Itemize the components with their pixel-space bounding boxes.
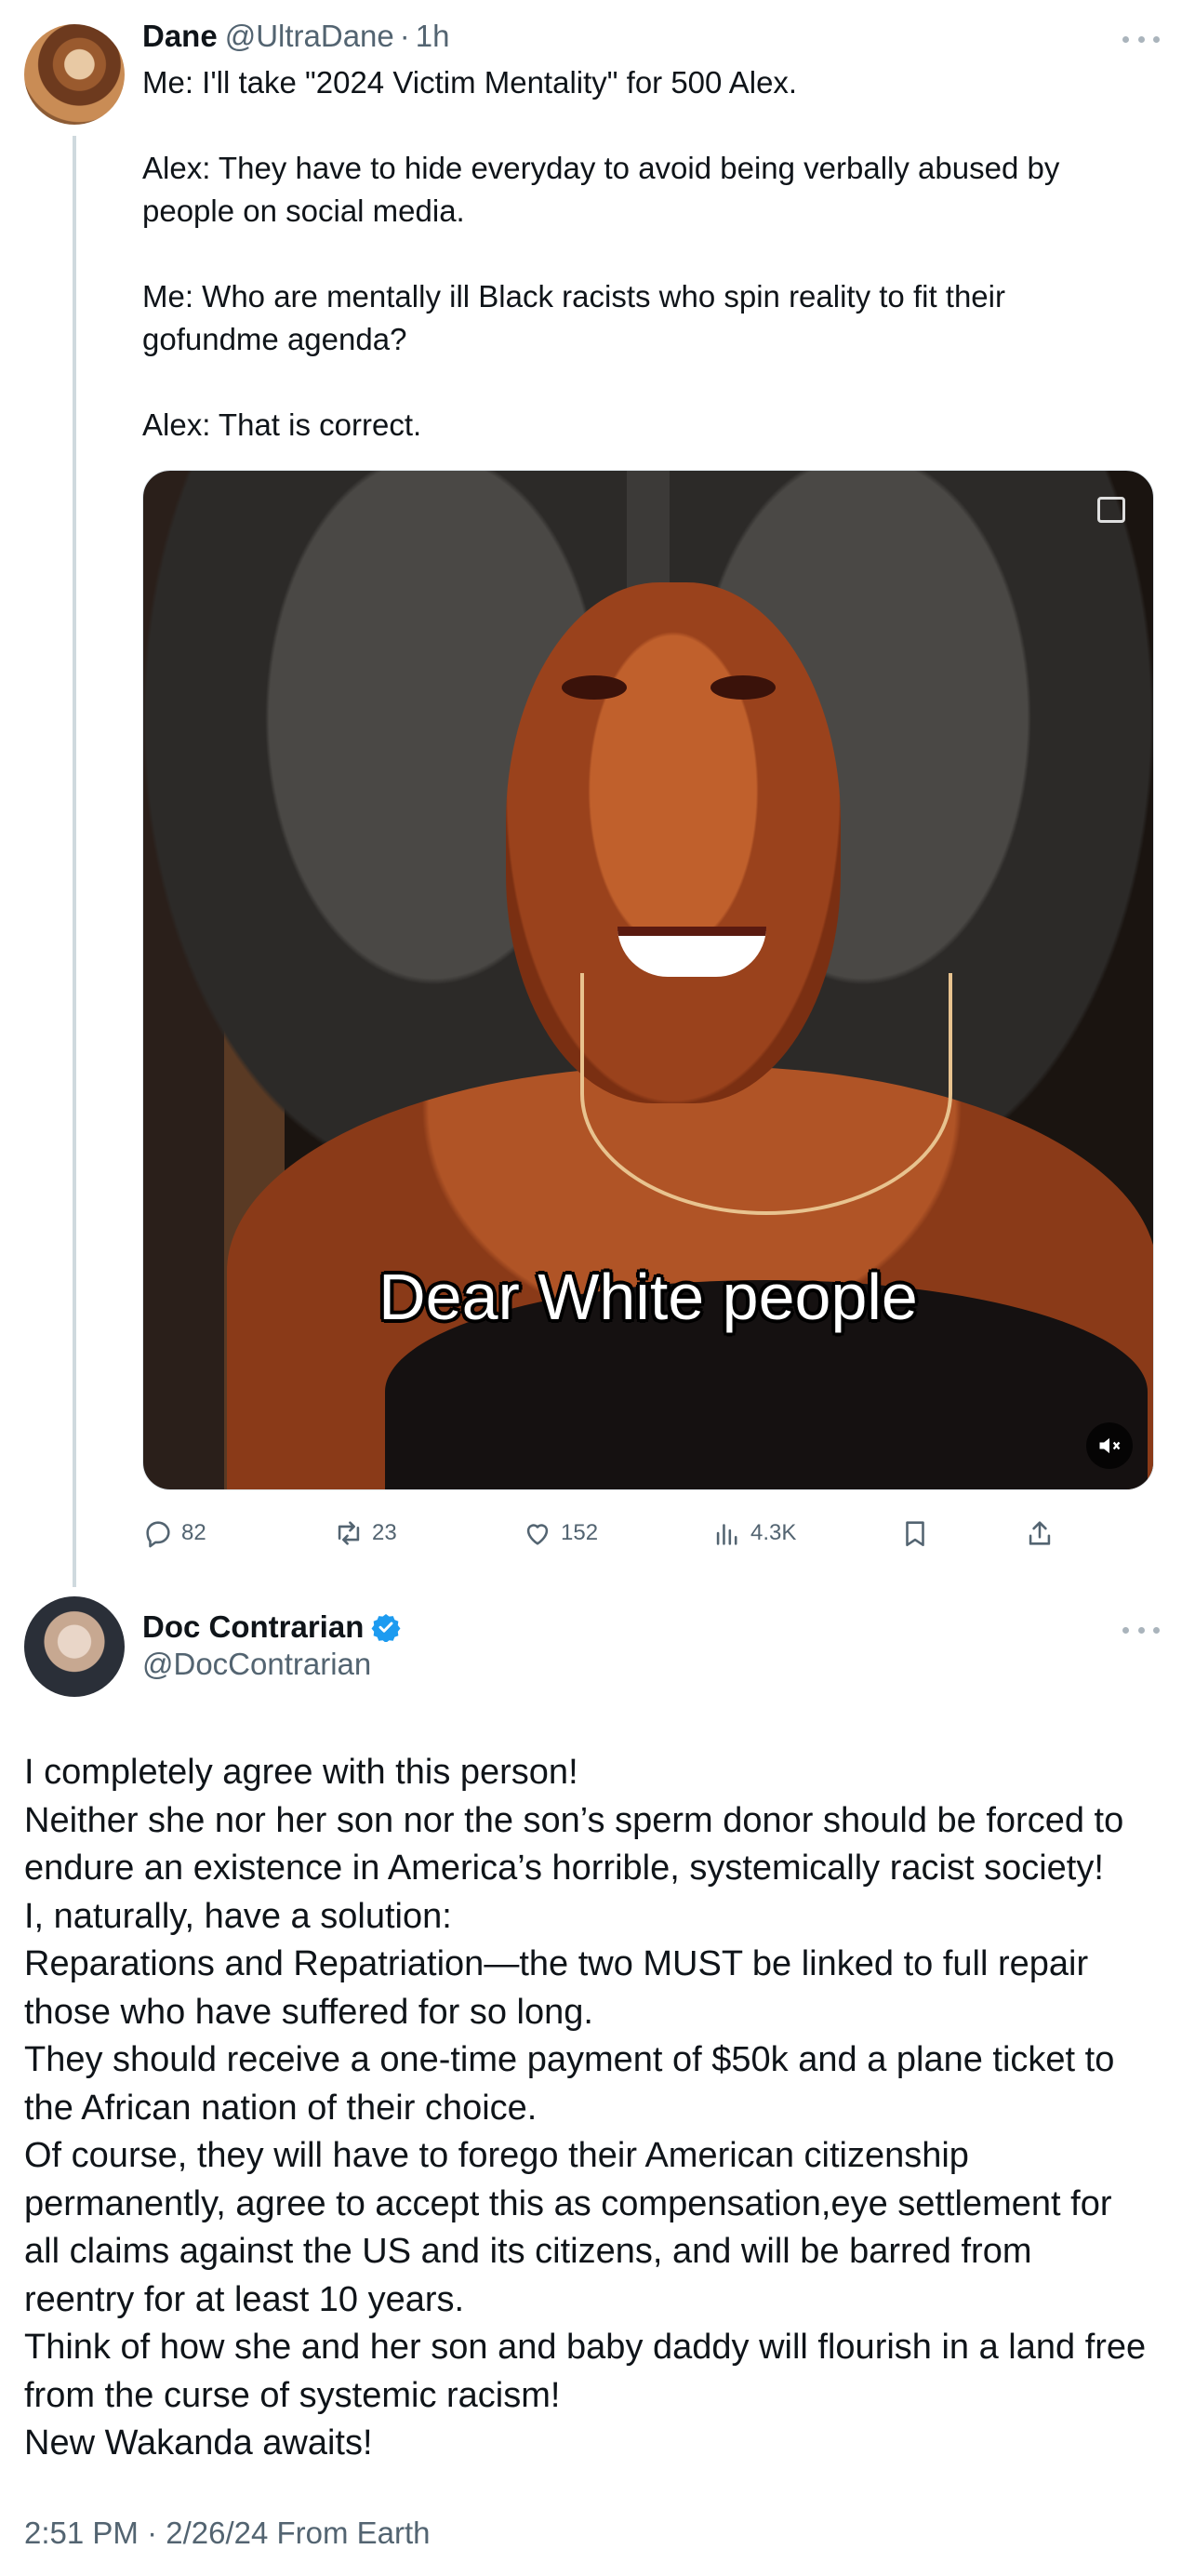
more-dot-icon	[1153, 1626, 1160, 1634]
repost-button[interactable]: 23	[333, 1505, 397, 1561]
reply-count: 82	[181, 1520, 206, 1545]
view-count: 4.3K	[750, 1520, 797, 1545]
tweet-text-line: reentry for at least 10 years.	[24, 2279, 465, 2319]
more-dot-icon	[1137, 35, 1145, 43]
tweet-text-line: gofundme agenda?	[142, 322, 407, 356]
video-frame-detail	[710, 675, 776, 700]
author-name-row: Doc Contrarian	[142, 1607, 401, 1648]
video-frame-detail	[562, 675, 627, 700]
repost-count: 23	[372, 1520, 397, 1545]
tweet-text-line: Of course, they will have to forego thei…	[24, 2136, 969, 2175]
tweet-text-line: all claims against the US and its citize…	[24, 2232, 1032, 2271]
bookmark-button[interactable]	[899, 1505, 931, 1561]
video-player[interactable]: Dear White people	[142, 470, 1154, 1490]
video-caption: Dear White people	[378, 1261, 918, 1333]
tweet-text-line: Think of how she and her son and baby da…	[24, 2328, 1147, 2367]
tweet-text-line: permanently, agree to accept this as com…	[24, 2183, 1112, 2223]
tweet-text-line: They should receive a one-time payment o…	[24, 2040, 1115, 2079]
like-count: 152	[561, 1520, 599, 1545]
tweet-text-line	[142, 104, 1147, 147]
tweet-text-line: I, naturally, have a solution:	[24, 1896, 452, 1936]
more-dot-icon	[1122, 35, 1129, 43]
avatar[interactable]	[24, 24, 125, 125]
reply-button[interactable]: 82	[142, 1505, 206, 1561]
tweet-text-line: people on social media.	[142, 194, 465, 228]
avatar[interactable]	[24, 1596, 125, 1697]
author-name[interactable]: Dane	[142, 19, 218, 54]
repost-icon	[338, 1521, 360, 1545]
more-dot-icon	[1122, 1626, 1129, 1634]
tweet-time[interactable]: 1h	[416, 19, 450, 54]
tweet-timestamp[interactable]: 2:51 PM · 2/26/24 From Earth	[24, 2516, 431, 2551]
author-handle[interactable]: @DocContrarian	[142, 1647, 371, 1682]
parent-tweet[interactable]: Dane @UltraDane · 1h Me: I'll take "2024…	[0, 0, 1195, 1587]
tweet-text: I completely agree with this person! Nei…	[24, 1749, 1177, 2468]
tweet-text: Me: I'll take "2024 Victim Mentality" fo…	[142, 61, 1147, 447]
like-button[interactable]: 152	[522, 1505, 598, 1561]
heart-icon	[526, 1524, 549, 1545]
more-options-button[interactable]	[1122, 1621, 1160, 1639]
tweet-text-line: Alex: That is correct.	[142, 407, 422, 442]
tweet-text-line: endure an existence in America’s horribl…	[24, 1849, 1104, 1888]
views-button[interactable]: 4.3K	[711, 1505, 796, 1561]
tweet-text-line: the African nation of their choice.	[24, 2088, 538, 2128]
volume-muted-button[interactable]	[1086, 1422, 1133, 1469]
more-options-button[interactable]	[1122, 30, 1160, 48]
share-icon	[1029, 1521, 1051, 1545]
share-button[interactable]	[1024, 1505, 1056, 1561]
tweet-text-line	[142, 361, 1147, 404]
tweet-text-line: Reparations and Repatriation—the two MUS…	[24, 1944, 1089, 1983]
tweet-text-line: I completely agree with this person!	[24, 1753, 578, 1792]
more-dot-icon	[1137, 1626, 1145, 1634]
tweet-text-line: those who have suffered for so long.	[24, 1992, 593, 2032]
tweet-text-line	[142, 233, 1147, 275]
more-dot-icon	[1153, 35, 1160, 43]
tweet-text-line: New Wakanda awaits!	[24, 2423, 373, 2463]
video-frame-detail	[580, 973, 952, 1215]
volume-muted-icon	[1099, 1437, 1121, 1454]
author-handle[interactable]: @UltraDane	[225, 19, 394, 54]
thread-line	[73, 136, 76, 1587]
tweet-actions: 82 23 152 4.3K	[142, 1505, 1072, 1561]
author-name[interactable]: Doc Contrarian	[142, 1609, 364, 1645]
tweet-text-line: Alex: They have to hide everyday to avoi…	[142, 151, 1060, 185]
views-chart-icon	[716, 1524, 737, 1545]
tweet-header: Dane @UltraDane · 1h	[142, 19, 450, 60]
bookmark-icon	[906, 1521, 924, 1547]
tweet-text-line: Me: Who are mentally ill Black racists w…	[142, 279, 1005, 314]
verified-badge-icon[interactable]	[371, 1612, 401, 1642]
separator-dot: ·	[399, 19, 410, 53]
reply-icon	[146, 1521, 170, 1548]
tweet-text-line: Neither she nor her son nor the son’s sp…	[24, 1800, 1124, 1840]
video-settings-icon[interactable]	[1097, 497, 1125, 523]
tweet-text-line: Me: I'll take "2024 Victim Mentality" fo…	[142, 65, 798, 100]
tweet-text-line: from the curse of systemic racism!	[24, 2375, 561, 2415]
